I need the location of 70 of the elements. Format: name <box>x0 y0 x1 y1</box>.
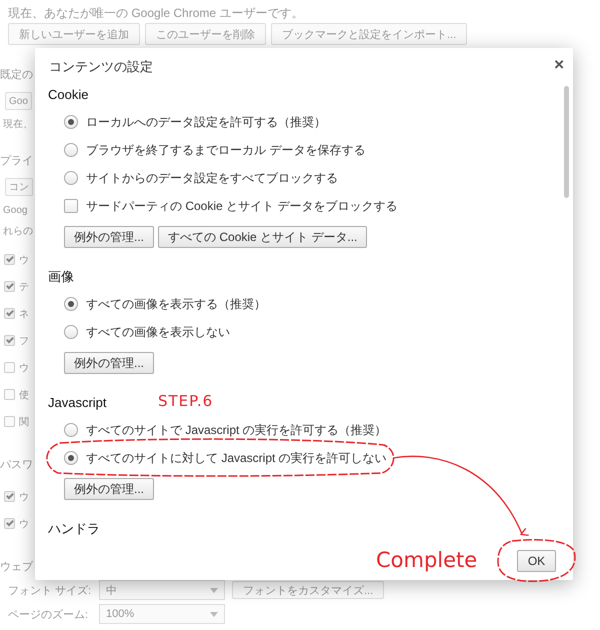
option-label: サイトからのデータ設定をすべてブロックする <box>86 170 338 186</box>
checkbox[interactable] <box>4 518 15 529</box>
option-label: ブラウザを終了するまでローカル データを保存する <box>86 142 366 158</box>
radio-button[interactable] <box>64 115 78 129</box>
description-text: 現在、 <box>3 119 33 131</box>
checkbox[interactable] <box>4 254 15 265</box>
option-label: すべてのサイトで Javascript の実行を許可する（推奨） <box>86 422 387 438</box>
caret-icon <box>210 588 218 592</box>
option-label: すべての画像を表示する（推奨） <box>86 296 266 312</box>
checkbox[interactable] <box>4 389 15 400</box>
annotation-text: Complete <box>376 550 478 571</box>
checkbox-label: テ <box>19 280 29 294</box>
section-heading: パスワ <box>0 459 33 471</box>
section-heading: 既定の <box>0 69 33 81</box>
radio-button[interactable] <box>64 171 78 185</box>
section-heading: ハンドラ <box>48 522 100 536</box>
checkbox-label: フ <box>19 334 29 348</box>
checkbox-label: 関 <box>19 416 29 428</box>
checkbox[interactable] <box>4 281 15 292</box>
radio-button[interactable] <box>64 423 78 437</box>
radio-button[interactable] <box>64 297 78 311</box>
settings-button[interactable]: Goo <box>5 92 32 110</box>
checkbox-label: ネ <box>19 308 29 320</box>
section-heading: 画像 <box>48 270 74 284</box>
option-label: すべてのサイトに対して Javascript の実行を許可しない <box>86 450 387 466</box>
radio-button[interactable] <box>64 325 78 339</box>
close-button[interactable]: × <box>554 58 564 72</box>
checkbox[interactable] <box>4 416 15 427</box>
dialog-button[interactable]: 例外の管理... <box>64 352 154 374</box>
field-label: ページのズーム: <box>8 608 90 622</box>
checkbox-label: ウ <box>19 254 29 266</box>
annotation-text: STEP.6 <box>158 394 214 409</box>
option-label: すべての画像を表示しない <box>86 324 230 340</box>
description-text: Goog <box>3 205 28 217</box>
checkbox-label: ウ <box>19 490 29 504</box>
profile-button[interactable]: 新しいユーザーを追加 <box>8 23 140 45</box>
checkbox-label: 使 <box>19 388 29 402</box>
dialog-button[interactable]: 例外の管理... <box>64 226 154 248</box>
profile-button[interactable]: このユーザーを削除 <box>145 23 266 45</box>
description-text: れらの <box>3 226 33 238</box>
dropdown-value: 中 <box>106 584 117 598</box>
section-heading: Cookie <box>48 88 88 102</box>
dropdown-value: 100% <box>106 608 134 620</box>
checkbox[interactable] <box>4 491 15 502</box>
profile-button[interactable]: ブックマークと設定をインポート... <box>271 23 468 45</box>
radio-button[interactable] <box>64 451 78 465</box>
checkbox[interactable] <box>4 362 15 373</box>
field-label: フォント サイズ: <box>8 584 92 598</box>
option-label: サードパーティの Cookie とサイト データをブロックする <box>86 198 398 214</box>
dialog-title: コンテンツの設定 <box>49 58 153 76</box>
section-heading: プライ <box>0 155 33 167</box>
caret-icon <box>210 612 218 616</box>
dialog-button[interactable]: すべての Cookie とサイト データ... <box>158 226 368 248</box>
scrollbar-thumb[interactable] <box>564 86 569 198</box>
section-heading: ウェブ <box>0 561 33 573</box>
checkbox[interactable] <box>4 335 15 346</box>
notice-text: 現在、あなたが唯一の Google Chrome ユーザーです。 <box>8 5 304 21</box>
checkbox[interactable] <box>4 308 15 319</box>
customize-fonts-button[interactable]: フォントをカスタマイズ... <box>232 581 384 599</box>
checkbox-label: ウ <box>19 362 29 374</box>
dialog-button[interactable]: 例外の管理... <box>64 478 154 500</box>
option-label: ローカルへのデータ設定を許可する（推奨） <box>86 114 326 130</box>
dropdown[interactable]: 100% <box>99 604 225 624</box>
radio-button[interactable] <box>64 143 78 157</box>
checkbox-label: ウ <box>19 518 29 530</box>
ok-button[interactable]: OK <box>517 550 556 572</box>
dropdown[interactable]: 中 <box>99 580 225 600</box>
checkbox[interactable] <box>64 199 78 213</box>
settings-button[interactable]: コン <box>5 178 33 196</box>
section-heading: Javascript <box>48 396 107 410</box>
